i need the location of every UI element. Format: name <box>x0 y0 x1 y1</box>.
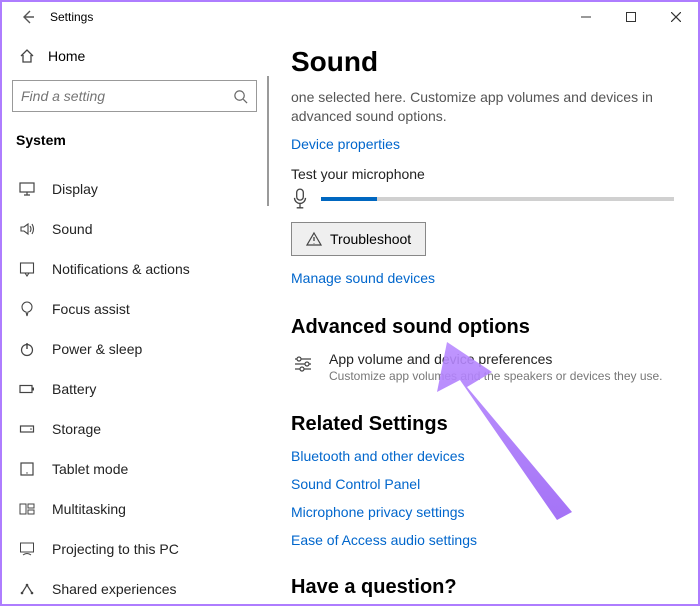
related-link-sound-control-panel[interactable]: Sound Control Panel <box>291 476 674 492</box>
main-panel: Sound one selected here. Customize app v… <box>267 32 698 604</box>
title-bar: Settings <box>2 2 698 32</box>
sidebar-item-label: Notifications & actions <box>52 261 190 277</box>
maximize-icon <box>626 12 636 22</box>
sidebar-item-sound[interactable]: Sound <box>12 209 257 249</box>
search-box[interactable] <box>12 80 257 112</box>
power-icon <box>16 341 38 357</box>
manage-sound-devices-link[interactable]: Manage sound devices <box>291 270 435 286</box>
storage-icon <box>16 421 38 437</box>
adv-item-subtitle: Customize app volumes and the speakers o… <box>329 369 663 383</box>
sidebar-item-power-sleep[interactable]: Power & sleep <box>12 329 257 369</box>
display-icon <box>16 181 38 197</box>
sidebar-item-label: Sound <box>52 221 92 237</box>
projecting-icon <box>16 541 38 557</box>
back-arrow-icon <box>20 9 36 25</box>
notifications-icon <box>16 261 38 277</box>
search-input[interactable] <box>21 88 233 104</box>
sidebar-nav-list: Display Sound Notifications & actions Fo… <box>12 169 257 604</box>
mic-level-row <box>291 188 674 210</box>
sidebar-item-label: Storage <box>52 421 101 437</box>
troubleshoot-label: Troubleshoot <box>330 231 411 247</box>
sidebar-item-display[interactable]: Display <box>12 169 257 209</box>
maximize-button[interactable] <box>608 2 653 32</box>
sidebar-category: System <box>12 126 257 161</box>
sidebar-item-label: Shared experiences <box>52 581 177 597</box>
home-icon <box>16 48 38 64</box>
sidebar-item-battery[interactable]: Battery <box>12 369 257 409</box>
mic-level-bar <box>321 197 674 201</box>
sidebar-item-notifications[interactable]: Notifications & actions <box>12 249 257 289</box>
sidebar-item-projecting[interactable]: Projecting to this PC <box>12 529 257 569</box>
adv-item-title: App volume and device preferences <box>329 351 663 367</box>
window-title: Settings <box>50 10 93 24</box>
sidebar-item-multitasking[interactable]: Multitasking <box>12 489 257 529</box>
focus-assist-icon <box>16 301 38 317</box>
back-button[interactable] <box>6 2 50 32</box>
related-heading: Related Settings <box>291 413 674 436</box>
sidebar-item-label: Tablet mode <box>52 461 128 477</box>
sidebar-item-label: Projecting to this PC <box>52 541 179 557</box>
sidebar-home-label: Home <box>48 48 85 64</box>
sliders-icon <box>291 353 315 375</box>
sidebar-home[interactable]: Home <box>12 42 257 70</box>
sidebar-item-storage[interactable]: Storage <box>12 409 257 449</box>
battery-icon <box>16 381 38 397</box>
advanced-heading: Advanced sound options <box>291 316 674 339</box>
troubleshoot-button[interactable]: Troubleshoot <box>291 222 426 256</box>
page-title: Sound <box>291 46 674 78</box>
sidebar-item-tablet-mode[interactable]: Tablet mode <box>12 449 257 489</box>
sidebar-item-label: Multitasking <box>52 501 126 517</box>
minimize-button[interactable] <box>563 2 608 32</box>
page-description: one selected here. Customize app volumes… <box>291 88 674 126</box>
multitasking-icon <box>16 501 38 517</box>
sound-icon <box>16 221 38 237</box>
warning-icon <box>306 231 322 247</box>
shared-icon <box>16 581 38 597</box>
test-mic-label: Test your microphone <box>291 166 674 182</box>
close-icon <box>671 12 681 22</box>
sidebar-item-label: Battery <box>52 381 96 397</box>
app-volume-preferences[interactable]: App volume and device preferences Custom… <box>291 351 674 383</box>
device-properties-link[interactable]: Device properties <box>291 136 400 152</box>
search-icon <box>233 89 248 104</box>
tablet-icon <box>16 461 38 477</box>
related-link-bluetooth[interactable]: Bluetooth and other devices <box>291 448 674 464</box>
related-link-microphone-privacy[interactable]: Microphone privacy settings <box>291 504 674 520</box>
sidebar-item-label: Power & sleep <box>52 341 142 357</box>
sidebar-item-shared-experiences[interactable]: Shared experiences <box>12 569 257 604</box>
sidebar-item-label: Display <box>52 181 98 197</box>
related-link-ease-of-access[interactable]: Ease of Access audio settings <box>291 532 674 548</box>
minimize-icon <box>581 12 591 22</box>
question-heading: Have a question? <box>291 576 674 599</box>
sidebar-item-label: Focus assist <box>52 301 130 317</box>
sidebar-item-focus-assist[interactable]: Focus assist <box>12 289 257 329</box>
close-button[interactable] <box>653 2 698 32</box>
sidebar: Home System Display Sound Notifications … <box>2 32 267 604</box>
microphone-icon <box>291 188 309 210</box>
